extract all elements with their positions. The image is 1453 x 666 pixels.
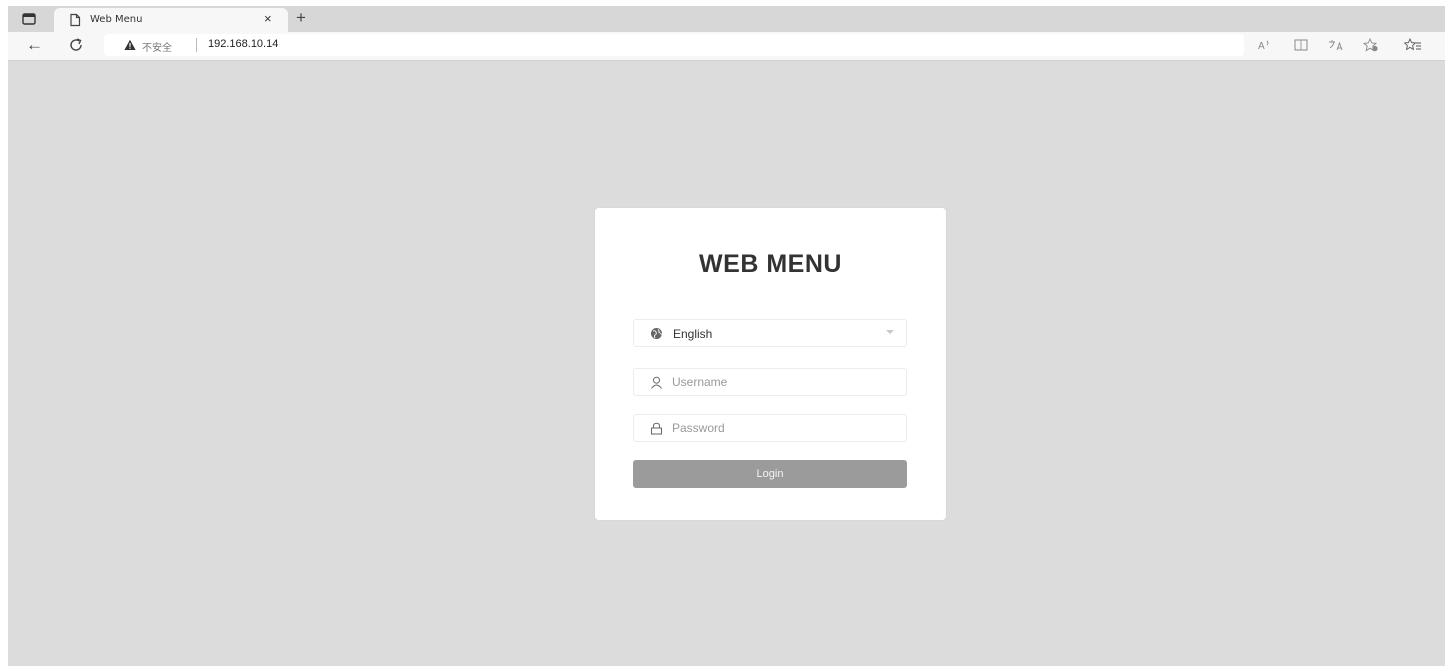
security-status[interactable]: 不安全	[142, 39, 172, 54]
immersive-reader-icon[interactable]	[1294, 38, 1308, 52]
password-field[interactable]	[633, 414, 907, 442]
refresh-icon[interactable]	[68, 37, 84, 53]
page-icon	[70, 13, 81, 27]
tab-actions-icon[interactable]	[22, 12, 36, 26]
globe-icon	[651, 328, 662, 339]
language-select[interactable]: English	[633, 319, 907, 347]
favorites-add-icon[interactable]	[1363, 38, 1379, 52]
favorites-icon[interactable]	[1404, 38, 1422, 52]
address-bar[interactable]: 不安全 192.168.10.14	[104, 34, 1244, 56]
username-input[interactable]	[672, 372, 892, 392]
lock-icon	[651, 422, 662, 435]
user-icon	[651, 376, 662, 389]
tab-web-menu[interactable]: Web Menu ×	[54, 8, 288, 32]
back-icon[interactable]: ←	[26, 36, 43, 54]
username-field[interactable]	[633, 368, 907, 396]
tab-strip: Web Menu × +	[8, 6, 1445, 32]
address-divider	[196, 38, 197, 52]
chevron-down-icon	[886, 330, 894, 334]
browser-window: Web Menu × + ← 不安全 192.168.10.14 A WEB M…	[8, 6, 1445, 666]
language-value: English	[673, 327, 713, 341]
navigation-bar: ← 不安全 192.168.10.14 A	[8, 32, 1445, 61]
password-input[interactable]	[672, 418, 892, 438]
url-text[interactable]: 192.168.10.14	[208, 38, 278, 50]
login-button[interactable]: Login	[633, 460, 907, 488]
svg-text:A: A	[1258, 41, 1265, 52]
login-card: WEB MENU English Login	[595, 208, 946, 520]
warning-icon[interactable]	[124, 39, 136, 51]
read-aloud-icon[interactable]: A	[1258, 38, 1272, 52]
tab-title: Web Menu	[90, 14, 143, 25]
page-title: WEB MENU	[699, 250, 842, 278]
new-tab-icon[interactable]: +	[296, 9, 306, 27]
translate-icon[interactable]	[1328, 38, 1344, 52]
tab-close-icon[interactable]: ×	[264, 12, 272, 26]
